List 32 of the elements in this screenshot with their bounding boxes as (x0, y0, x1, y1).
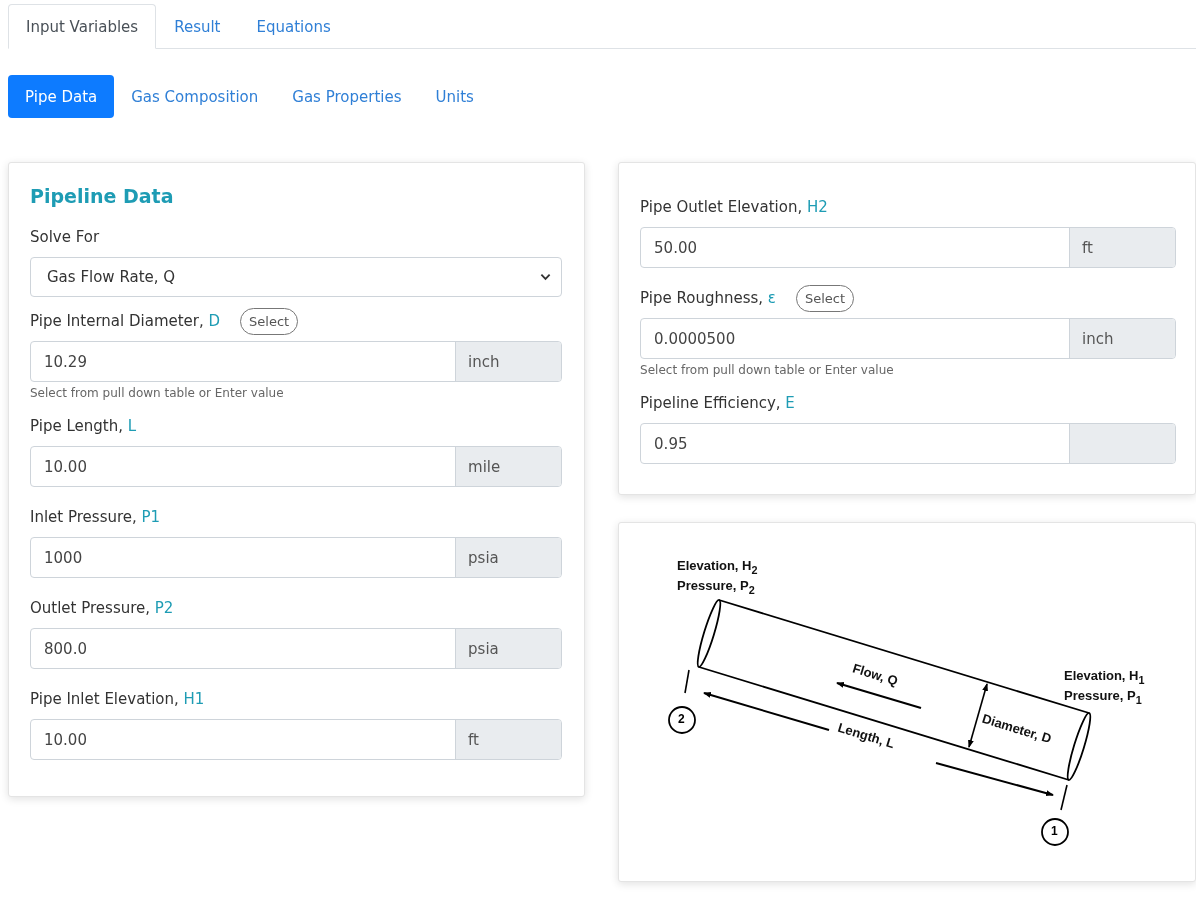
tab[interactable]: Input Variables (8, 4, 157, 49)
sub-tab[interactable]: Pipe Data (8, 75, 115, 118)
tick-mark (684, 669, 690, 694)
field-label: Pipe Roughness, ε (640, 289, 776, 307)
solve-for-dropdown[interactable]: Gas Flow Rate, Q (30, 257, 563, 297)
tab[interactable]: Equations (238, 4, 349, 49)
field-label: Inlet Pressure, P1 (30, 508, 161, 526)
sub-tab[interactable]: Gas Properties (275, 75, 419, 118)
sub-tab[interactable]: Gas Composition (114, 75, 276, 118)
sub-tab[interactable]: Units (418, 75, 491, 118)
field-label: Outlet Pressure, P2 (30, 599, 174, 617)
card-title: Pipeline Data (30, 185, 175, 207)
node-circle (1041, 818, 1069, 846)
help-text: Select from pull down table or Enter value (30, 386, 285, 400)
node-circle (668, 706, 696, 734)
field-label: Pipe Length, L (30, 417, 137, 435)
field-label: Pipe Internal Diameter, D (30, 312, 221, 330)
node-number: 1 (1051, 824, 1058, 838)
tick-mark (1060, 784, 1068, 811)
field-label: Pipe Inlet Elevation, H1 (30, 690, 205, 708)
tab[interactable]: Result (156, 4, 239, 49)
field-label: Pipe Outlet Elevation, H2 (640, 198, 828, 216)
node-number: 2 (678, 712, 685, 726)
field-label: Solve For (30, 228, 100, 246)
outlet-label: Elevation, H$_{2}$ Pressure, P$_{2}$ (677, 558, 758, 598)
inlet-label: Elevation, H$_{1}$ Pressure, P$_{1}$ (1064, 668, 1145, 708)
select-button[interactable]: Select (240, 307, 299, 335)
select-button[interactable]: Select (795, 284, 855, 312)
flow-label: Flow, Q (850, 660, 900, 689)
help-text: Select from pull down table or Enter value (640, 363, 895, 377)
field-label: Pipeline Efficiency, E (640, 394, 795, 412)
chevron-down-icon (540, 273, 552, 281)
